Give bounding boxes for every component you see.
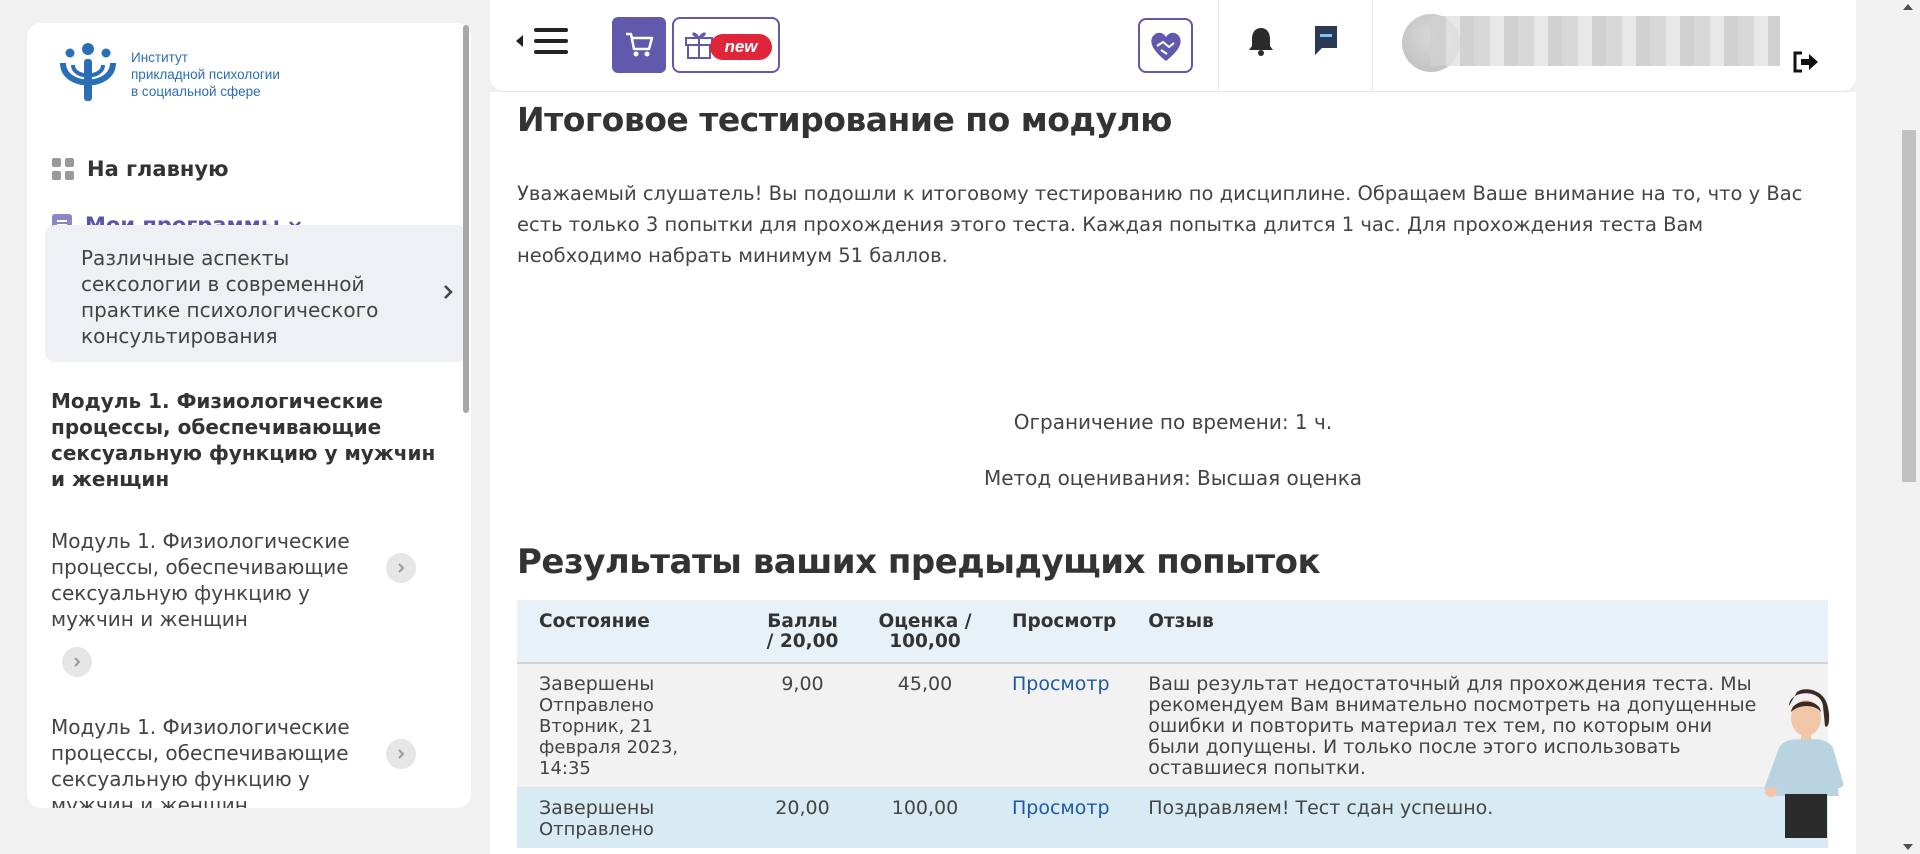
handshake-heart-icon (1150, 32, 1181, 61)
topbar: new (490, 0, 1856, 92)
logo-line-3: в социальной сфере (131, 84, 261, 99)
attempt-grade: 45,00 (860, 663, 990, 788)
topbar-divider (1218, 0, 1219, 92)
assistant-woman-icon (1764, 689, 1844, 838)
header-marks: Баллы / 20,00 (745, 600, 860, 664)
notifications-button[interactable] (1247, 25, 1275, 61)
sidebar-scrollbar[interactable] (463, 25, 469, 413)
header-marks-line1: Баллы (767, 611, 838, 632)
logo-text: Институт прикладной психологии в социаль… (131, 49, 280, 100)
table-row: Завершены Отправлено 20,00 100,00 Просмо… (517, 787, 1828, 848)
module-expand-button[interactable] (386, 739, 416, 769)
review-link[interactable]: Просмотр (1012, 673, 1110, 695)
section-expand-button[interactable] (62, 647, 92, 677)
review-link[interactable]: Просмотр (1012, 797, 1110, 819)
header-state: Состояние (517, 600, 745, 664)
module-title: Модуль 1. Физиологические процессы, обес… (51, 389, 436, 491)
chevron-right-icon (398, 749, 405, 759)
scroll-down-icon[interactable] (1903, 844, 1913, 850)
gift-new-button[interactable]: new (672, 17, 780, 73)
program-card-title: Различные аспекты сексологии в современн… (81, 246, 379, 348)
topbar-divider (1372, 0, 1373, 92)
user-name-blurred[interactable] (1430, 16, 1780, 66)
header-grade: Оценка / 100,00 (860, 600, 990, 664)
messages-button[interactable] (1312, 24, 1340, 62)
attempt-state: Завершены (539, 673, 655, 695)
sidebar-toggle-button[interactable] (514, 26, 568, 56)
logo-icon (60, 43, 116, 101)
header-marks-line2: / 20,00 (766, 631, 839, 652)
chevron-right-icon (74, 657, 81, 667)
attempt-submitted: Отправлено (539, 819, 654, 840)
page-title: Итоговое тестирование по модулю (517, 100, 1172, 139)
table-header-row: Состояние Баллы / 20,00 Оценка / 100,00 … (517, 600, 1828, 664)
chevron-right-icon (443, 281, 453, 305)
attempt-feedback: Ваш результат недостаточный для прохожде… (1126, 663, 1828, 788)
scroll-up-icon[interactable] (1903, 4, 1913, 10)
attempt-marks: 9,00 (745, 663, 860, 788)
attempt-state: Завершены (539, 797, 655, 819)
attempts-table: Состояние Баллы / 20,00 Оценка / 100,00 … (517, 600, 1828, 848)
cart-button[interactable] (612, 17, 666, 73)
quiz-intro-text: Уважаемый слушатель! Вы подошли к итогов… (517, 182, 1803, 267)
header-grade-line2: 100,00 (889, 631, 961, 652)
bell-icon (1249, 28, 1273, 56)
header-feedback: Отзыв (1126, 600, 1828, 664)
new-badge: new (710, 34, 772, 60)
logout-icon (1793, 51, 1818, 73)
module-item[interactable]: Модуль 1. Физиологические процессы, обес… (51, 528, 386, 632)
message-icon (1315, 26, 1337, 55)
attempt-grade: 100,00 (860, 787, 990, 848)
support-button[interactable] (1138, 18, 1193, 73)
attempt-state-cell: Завершены Отправлено Вторник, 21 февраля… (517, 663, 745, 788)
attempt-review-cell: Просмотр (990, 663, 1127, 788)
grading-method-text: Метод оценивания: Высшая оценка (983, 466, 1363, 490)
attempt-feedback: Поздравляем! Тест сдан успешно. (1126, 787, 1828, 848)
module-expand-button[interactable] (386, 553, 416, 583)
header-review: Просмотр (990, 600, 1127, 664)
assistant-avatar[interactable] (1759, 686, 1847, 842)
sidebar: Институт прикладной психологии в социаль… (27, 23, 471, 808)
page-scrollbar-thumb[interactable] (1902, 130, 1916, 482)
institute-logo[interactable]: Институт прикладной психологии в социаль… (55, 39, 280, 105)
attempt-review-cell: Просмотр (990, 787, 1127, 848)
program-card[interactable]: Различные аспекты сексологии в современн… (45, 225, 467, 362)
table-row: Завершены Отправлено Вторник, 21 февраля… (517, 663, 1828, 788)
logo-line-2: прикладной психологии (131, 67, 280, 82)
caret-left-icon (516, 35, 523, 47)
cart-icon (626, 32, 654, 57)
grid-icon (52, 158, 74, 180)
page-scrollbar[interactable] (1897, 0, 1920, 854)
logo-line-1: Институт (131, 50, 188, 65)
menu-icon (534, 28, 568, 54)
logout-button[interactable] (1792, 50, 1820, 78)
time-limit-text: Ограничение по времени: 1 ч. (1013, 410, 1333, 434)
nav-home-label: На главную (87, 157, 229, 181)
attempt-marks: 20,00 (745, 787, 860, 848)
attempt-submitted: Отправлено Вторник, 21 февраля 2023, 14:… (539, 695, 679, 779)
attempt-state-cell: Завершены Отправлено (517, 787, 745, 848)
results-heading: Результаты ваших предыдущих попыток (517, 542, 1321, 582)
header-grade-line1: Оценка / (878, 611, 972, 632)
module-item[interactable]: Модуль 1. Физиологические процессы, обес… (51, 714, 386, 808)
main-content: Итоговое тестирование по модулю Уважаемы… (490, 92, 1856, 854)
chevron-right-icon (398, 563, 405, 573)
nav-home[interactable]: На главную (51, 157, 228, 181)
